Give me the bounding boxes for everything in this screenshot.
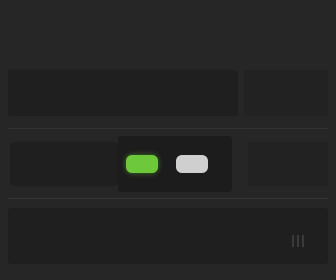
toggle-off-button[interactable] <box>176 155 208 173</box>
primary-row-side[interactable] <box>244 70 328 116</box>
option-row-left <box>10 142 118 186</box>
bottom-row[interactable] <box>8 208 328 264</box>
resize-grip-icon[interactable] <box>292 232 314 248</box>
toggle-on-button[interactable] <box>126 155 158 173</box>
option-row-right <box>248 142 328 186</box>
primary-row[interactable] <box>8 70 238 116</box>
divider <box>8 128 328 129</box>
top-area <box>0 0 336 58</box>
divider <box>8 198 328 199</box>
